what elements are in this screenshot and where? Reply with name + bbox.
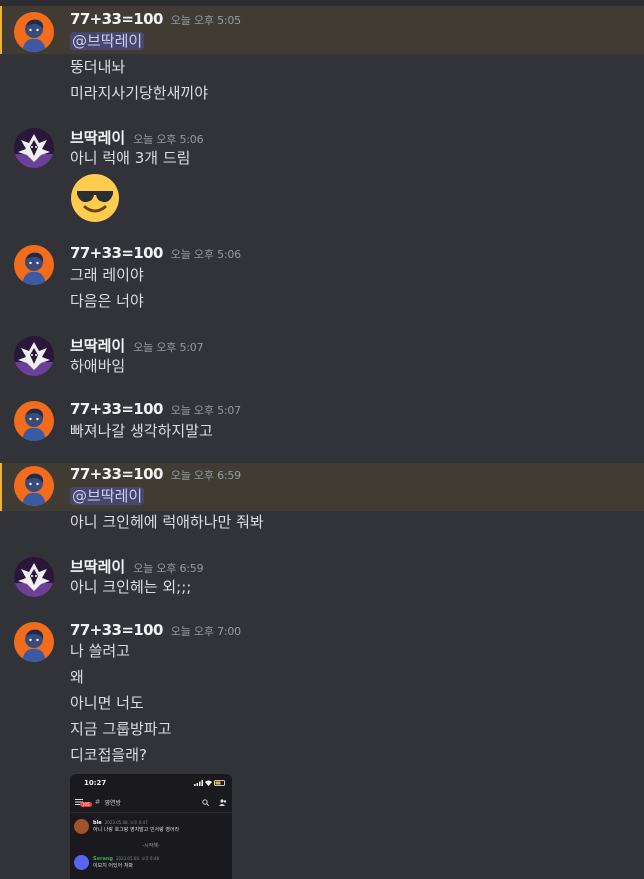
phone-channel-name: 영연방 (104, 799, 122, 807)
wifi-icon (205, 780, 212, 786)
message-header: 브딱레이 오늘 오후 5:07 (70, 335, 204, 356)
phone-timestamp: 2023.05.08. 오후 6:48 (115, 856, 160, 861)
username[interactable]: 브딱레이 (70, 556, 125, 577)
message-text: 디코접을래? (70, 746, 147, 764)
message-text: 다음은 너야 (70, 292, 144, 310)
avatar[interactable] (14, 557, 54, 597)
username[interactable]: 브딱레이 (70, 335, 125, 356)
message-text: 빠져나갈 생각하지말고 (70, 422, 213, 440)
sunglasses-emoji[interactable] (70, 173, 120, 227)
timestamp: 오늘 오후 5:07 (170, 404, 241, 417)
username[interactable]: 77+33=100 (70, 621, 163, 639)
avatar[interactable] (14, 128, 54, 168)
username[interactable]: 브딱레이 (70, 127, 125, 148)
message-text: 왜 (70, 668, 84, 686)
unread-badge: 105 (80, 802, 92, 807)
discord-avatar-icon (74, 855, 89, 870)
phone-username: ble (93, 820, 102, 826)
message-header: 77+33=100 오늘 오후 7:00 (70, 621, 241, 641)
phone-clock: 10:27 (84, 779, 107, 787)
message-text: @브딱레이 (70, 485, 145, 507)
hash-icon: # (94, 798, 101, 806)
avatar[interactable] (14, 12, 54, 52)
message-header: 77+33=100 오늘 오후 5:07 (70, 400, 241, 420)
message-text: 아니 크인헤는 외;;; (70, 578, 192, 596)
username[interactable]: 77+33=100 (70, 10, 163, 28)
username[interactable]: 77+33=100 (70, 465, 163, 483)
image-attachment[interactable]: 10:27 105 # 영연방 ble 2023.05.08. 오후 6:47 아… (70, 774, 232, 879)
search-icon (202, 798, 209, 806)
message-header: 77+33=100 오늘 오후 5:05 (70, 10, 241, 30)
phone-status-bar: 10:27 (70, 774, 232, 792)
message-text: 뚱더내놔 (70, 58, 126, 76)
message-header: 77+33=100 오늘 오후 6:59 (70, 465, 241, 485)
phone-message: Serang 2023.05.08. 오후 6:48 이모지 어딨어 쳐봐 (70, 849, 232, 870)
user-mention[interactable]: @브딱레이 (70, 32, 145, 50)
message-text: 그래 레이야 (70, 266, 144, 284)
message-text: 아니 크인헤에 럭애하나만 줘봐 (70, 513, 264, 531)
phone-message-text: 아니 나랑 호그랑 영지말고 민서랑 영어라 (93, 827, 180, 833)
username[interactable]: 77+33=100 (70, 244, 163, 262)
timestamp: 오늘 오후 7:00 (170, 625, 241, 638)
timestamp: 오늘 오후 6:59 (170, 469, 241, 482)
message-header: 브딱레이 오늘 오후 6:59 (70, 556, 204, 577)
timestamp: 오늘 오후 5:05 (170, 14, 241, 27)
message-header: 77+33=100 오늘 오후 5:06 (70, 244, 241, 264)
message-header: 브딱레이 오늘 오후 5:06 (70, 127, 204, 148)
battery-icon (214, 780, 225, 786)
timestamp: 오늘 오후 5:07 (133, 341, 204, 354)
avatar[interactable] (14, 336, 54, 376)
message-text: 하애바임 (70, 357, 126, 375)
members-icon (219, 798, 227, 806)
avatar[interactable] (14, 466, 54, 506)
phone-username: Serang (93, 856, 113, 862)
message-text: 아니면 너도 (70, 694, 144, 712)
phone-channel-bar: 105 # 영연방 (70, 792, 232, 813)
username[interactable]: 77+33=100 (70, 400, 163, 418)
phone-message: ble 2023.05.08. 오후 6:47 아니 나랑 호그랑 영지말고 민서… (70, 813, 232, 834)
phone-system-text: -시작해- (142, 843, 160, 849)
avatar[interactable] (14, 245, 54, 285)
timestamp: 오늘 오후 6:59 (133, 562, 204, 575)
signal-icon (194, 780, 203, 786)
timestamp: 오늘 오후 5:06 (170, 248, 241, 261)
avatar (74, 819, 89, 834)
phone-timestamp: 2023.05.08. 오후 6:47 (104, 820, 148, 825)
user-mention[interactable]: @브딱레이 (70, 487, 145, 505)
message-text: 아니 럭애 3개 드림 (70, 149, 191, 167)
message-text: 나 쓸려고 (70, 642, 130, 660)
avatar[interactable] (14, 401, 54, 441)
timestamp: 오늘 오후 5:06 (133, 133, 204, 146)
phone-message-text: 이모지 어딨어 쳐봐 (93, 863, 133, 869)
avatar[interactable] (14, 622, 54, 662)
message-text: @브딱레이 (70, 30, 145, 52)
message-text: 미라지사기당한새끼야 (70, 84, 209, 102)
message-text: 지금 그룹방파고 (70, 720, 172, 738)
